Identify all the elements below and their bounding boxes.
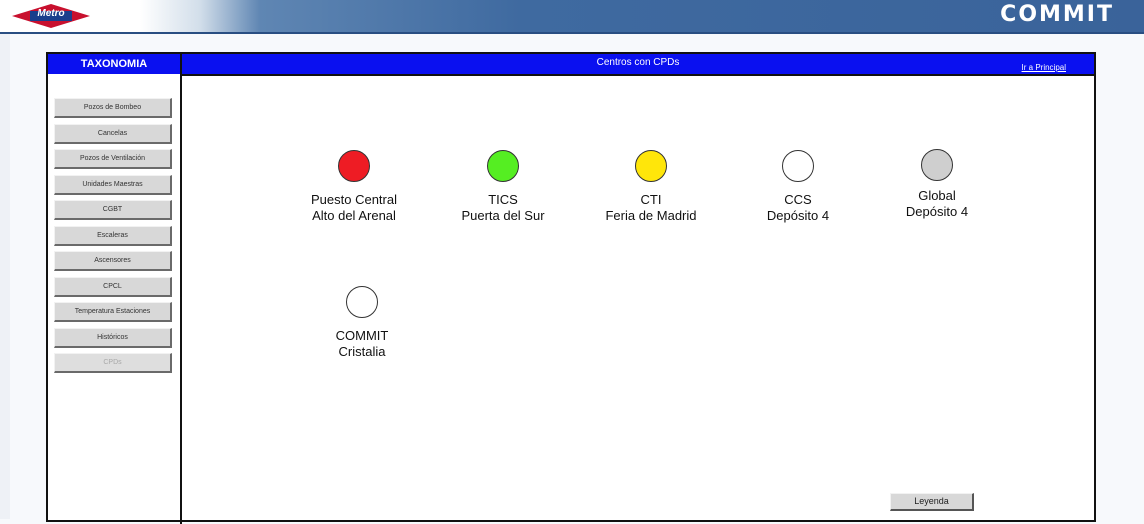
sidebar-item-temperatura-estaciones[interactable]: Temperatura Estaciones	[54, 302, 172, 322]
center-name: Puesto Central	[311, 192, 397, 207]
center-name: CTI	[640, 192, 662, 207]
sidebar: Pozos de Bombeo Cancelas Pozos de Ventil…	[54, 98, 172, 379]
go-main-link[interactable]: Ir a Principal	[1022, 63, 1066, 72]
center-puesto-central[interactable]: Puesto Central Alto del Arenal	[279, 150, 429, 224]
page-title: Centros con CPDs	[596, 57, 680, 68]
center-location: Depósito 4	[905, 204, 969, 219]
logo-text: Metro	[37, 8, 65, 19]
content-area: Puesto Central Alto del Arenal TICS Puer…	[182, 76, 1094, 524]
status-light-red	[338, 150, 370, 182]
center-cti[interactable]: CTI Feria de Madrid	[576, 150, 726, 224]
sidebar-item-historicos[interactable]: Históricos	[54, 327, 172, 348]
center-location: Cristalia	[338, 344, 386, 359]
center-name: CCS	[784, 192, 812, 207]
center-global[interactable]: Global Depósito 4	[862, 149, 1012, 220]
status-light-green	[487, 150, 519, 182]
sidebar-item-cpds: CPDs	[54, 353, 172, 373]
sidebar-item-pozos-ventilacion[interactable]: Pozos de Ventilación	[54, 149, 172, 169]
sidebar-item-escaleras[interactable]: Escaleras	[54, 225, 172, 246]
center-name: TICS	[488, 192, 518, 207]
legend-button[interactable]: Leyenda	[890, 493, 974, 511]
sidebar-item-cancelas[interactable]: Cancelas	[54, 123, 172, 144]
status-light-white	[782, 150, 814, 182]
main-frame: TAXONOMIA Centros con CPDs Ir a Principa…	[46, 52, 1096, 524]
left-strip	[0, 34, 10, 519]
sidebar-item-ascensores[interactable]: Ascensores	[54, 251, 172, 271]
sidebar-item-unidades-maestras[interactable]: Unidades Maestras	[54, 174, 172, 195]
top-banner: Metro COMMIT	[0, 0, 1144, 34]
center-name: COMMIT	[335, 328, 389, 343]
center-location: Feria de Madrid	[605, 208, 697, 223]
sidebar-item-pozos-bombeo[interactable]: Pozos de Bombeo	[54, 98, 172, 118]
status-light-gray	[921, 149, 953, 181]
center-location: Depósito 4	[766, 208, 830, 223]
sidebar-item-cgbt[interactable]: CGBT	[54, 200, 172, 220]
center-location: Puerta del Sur	[461, 208, 545, 223]
center-ccs[interactable]: CCS Depósito 4	[723, 150, 873, 224]
center-location: Alto del Arenal	[312, 208, 396, 223]
app-title: COMMIT	[1000, 2, 1114, 27]
taxonomy-title: TAXONOMIA	[80, 58, 148, 70]
center-tics[interactable]: TICS Puerta del Sur	[428, 150, 578, 224]
center-commit[interactable]: COMMIT Cristalia	[322, 286, 402, 360]
sidebar-item-cpcl[interactable]: CPCL	[54, 276, 172, 297]
center-name: Global	[918, 188, 956, 203]
status-light-yellow	[635, 150, 667, 182]
status-light-white	[346, 286, 378, 318]
